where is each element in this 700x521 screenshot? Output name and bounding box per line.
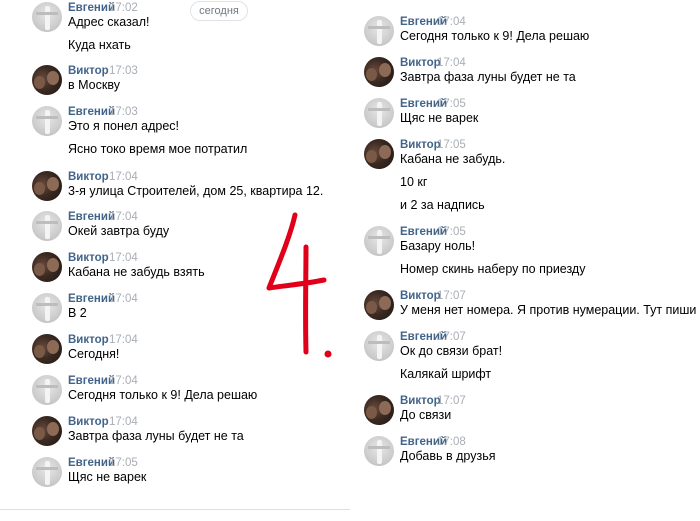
message-time: 17:05: [437, 139, 466, 151]
message-time: 17:02: [109, 2, 138, 14]
avatar-viktor[interactable]: [364, 139, 394, 169]
message-text: Адрес сказал!: [68, 15, 150, 29]
author-name[interactable]: Виктор: [400, 139, 441, 151]
message-text: Сегодня только к 9! Дела решаю: [400, 29, 590, 43]
author-name[interactable]: Евгений: [68, 457, 115, 469]
message-time: 17:04: [109, 171, 138, 183]
message-text: 10 кг: [400, 175, 428, 189]
message-text: Кабана не забудь взять: [68, 265, 205, 279]
avatar-viktor[interactable]: [32, 252, 62, 282]
avatar-evgeny[interactable]: [32, 293, 62, 323]
message-text: Добавь в друзья: [400, 449, 496, 463]
message-text: Сегодня только к 9! Дела решаю: [68, 388, 258, 402]
avatar-evgeny[interactable]: [364, 98, 394, 128]
message-text: Щяс не варек: [400, 111, 479, 125]
message-time: 17:04: [109, 211, 138, 223]
date-divider: сегодня: [190, 1, 248, 21]
avatar-evgeny[interactable]: [364, 16, 394, 46]
author-name[interactable]: Евгений: [68, 375, 115, 387]
author-name[interactable]: Виктор: [400, 395, 441, 407]
message-text: и 2 за надпись: [400, 197, 485, 212]
message-time: 17:05: [109, 457, 138, 469]
message-text: Окей завтра буду: [68, 224, 170, 238]
author-name[interactable]: Виктор: [400, 290, 441, 302]
message-text: Калякай шрифт: [400, 367, 492, 381]
avatar-viktor[interactable]: [32, 171, 62, 201]
author-name[interactable]: Виктор: [68, 65, 109, 77]
message-text: Это я понел адрес!: [68, 119, 180, 133]
message-text: Номер скинь наберу по приезду: [400, 262, 586, 276]
message-text: Кабана не забудь.: [400, 152, 506, 166]
message-text: Завтра фаза луны будет не та: [68, 429, 244, 443]
avatar-evgeny[interactable]: [32, 375, 62, 405]
avatar-viktor[interactable]: [364, 57, 394, 87]
message-time: 17:05: [437, 98, 466, 110]
author-name[interactable]: Виктор: [68, 171, 109, 183]
avatar-evgeny[interactable]: [364, 436, 394, 466]
avatar-viktor[interactable]: [32, 65, 62, 95]
message-time: 17:04: [109, 293, 138, 305]
message-text: До связи: [400, 408, 452, 422]
message-text: Ок до связи брат!: [400, 344, 503, 358]
author-name[interactable]: Виктор: [68, 252, 109, 264]
message-text: Завтра фаза луны будет не та: [400, 70, 576, 84]
avatar-evgeny[interactable]: [32, 106, 62, 136]
message-time: 17:04: [437, 57, 466, 69]
message-time: 17:03: [109, 106, 138, 118]
author-name[interactable]: Евгений: [68, 106, 115, 118]
message-time: 17:08: [437, 436, 466, 448]
message-text: 3-я улица Строителей, дом 25, квартира 1…: [68, 184, 324, 198]
message-time: 17:05: [437, 226, 466, 238]
handwritten-annotation-4: [266, 212, 332, 358]
column-divider-line: [0, 509, 350, 510]
chat-column-right: Евгений 17:04 Сегодня только к 9! Дела реш…: [350, 0, 700, 521]
avatar-evgeny[interactable]: [32, 2, 62, 32]
message-text: В 2: [68, 306, 87, 320]
message-time: 17:04: [109, 375, 138, 387]
avatar-viktor[interactable]: [32, 416, 62, 446]
avatar-evgeny[interactable]: [364, 331, 394, 361]
avatar-viktor[interactable]: [364, 290, 394, 320]
message-text: Куда нхать: [68, 38, 131, 52]
author-name[interactable]: Виктор: [68, 334, 109, 346]
message-text: Сегодня!: [68, 347, 120, 361]
message-time: 17:04: [109, 334, 138, 346]
author-name[interactable]: Евгений: [68, 293, 115, 305]
message-time: 17:04: [109, 252, 138, 264]
message-text: Базару ноль!: [400, 239, 476, 253]
avatar-viktor[interactable]: [32, 334, 62, 364]
message-time: 17:07: [437, 290, 466, 302]
message-text: Щяс не варек: [68, 470, 147, 484]
message-time: 17:07: [437, 395, 466, 407]
avatar-evgeny[interactable]: [32, 211, 62, 241]
avatar-evgeny[interactable]: [364, 226, 394, 256]
avatar-evgeny[interactable]: [32, 457, 62, 487]
author-name[interactable]: Евгений: [68, 2, 115, 14]
message-text: Ясно токо время мое потратил: [68, 142, 248, 156]
avatar-viktor[interactable]: [364, 395, 394, 425]
author-name[interactable]: Виктор: [400, 57, 441, 69]
message-time: 17:04: [437, 16, 466, 28]
message-text: в Москву: [68, 78, 120, 92]
message-time: 17:03: [109, 65, 138, 77]
message-time: 17:04: [109, 416, 138, 428]
author-name[interactable]: Евгений: [68, 211, 115, 223]
message-time: 17:07: [437, 331, 466, 343]
message-text: У меня нет номера. Я против нумерации. Т…: [400, 303, 697, 317]
author-name[interactable]: Виктор: [68, 416, 109, 428]
